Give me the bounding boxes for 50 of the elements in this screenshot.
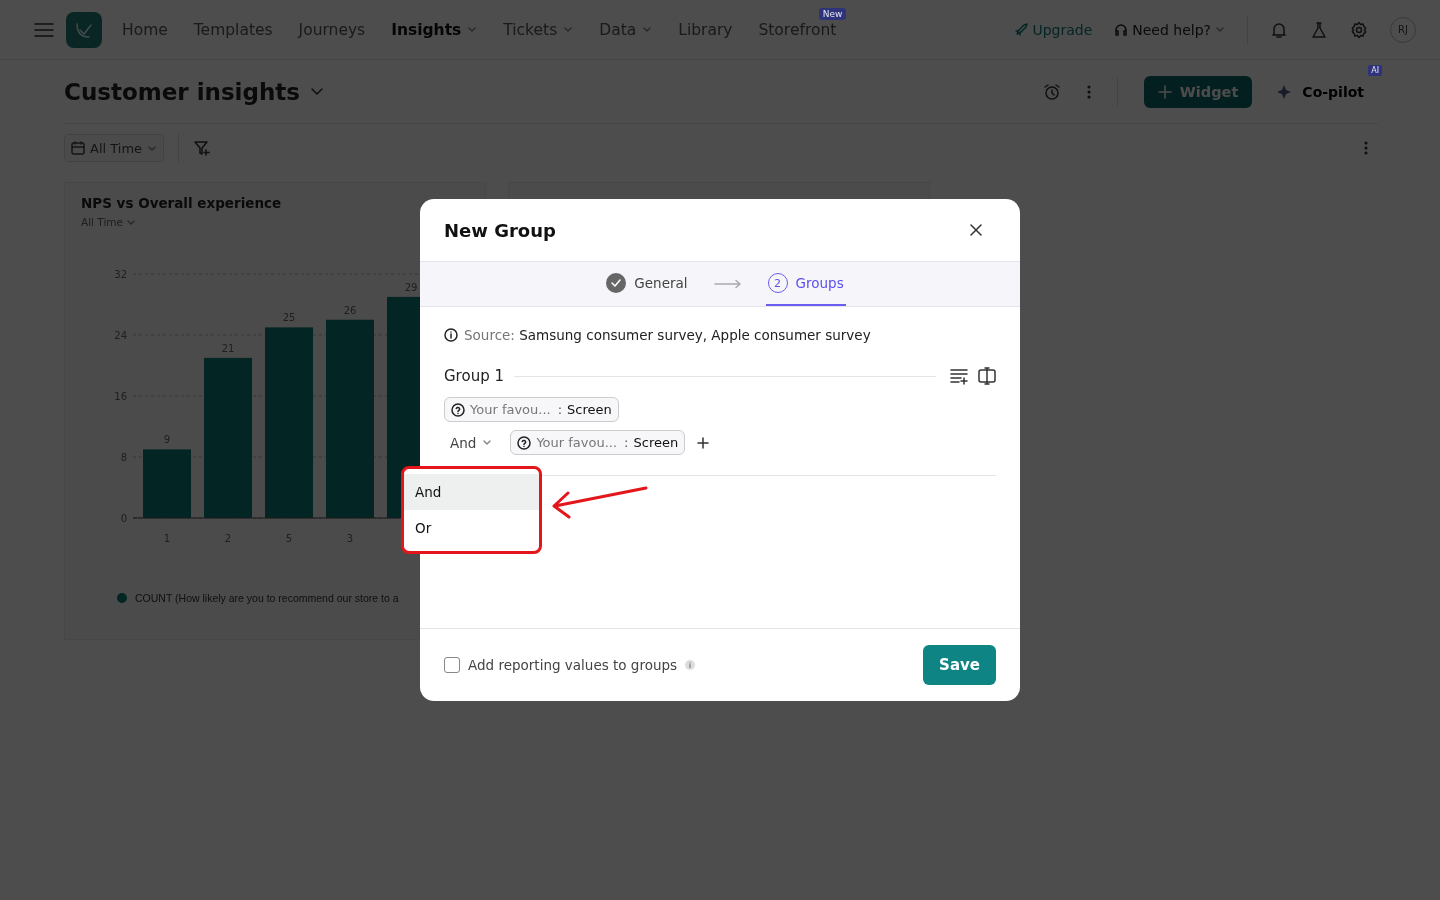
- split-icon[interactable]: [978, 367, 996, 385]
- plus-icon: [1157, 84, 1172, 99]
- caret-icon: [126, 217, 137, 227]
- close-icon[interactable]: [970, 224, 982, 236]
- arrow-icon: [713, 279, 742, 289]
- copilot-button[interactable]: Co-pilot: [1278, 82, 1378, 101]
- more-icon[interactable]: [1086, 83, 1091, 100]
- checkbox[interactable]: [444, 657, 460, 673]
- menu-icon[interactable]: [34, 21, 54, 38]
- nav-link[interactable]: Insights: [391, 20, 478, 39]
- page-title: Customer insights: [64, 78, 300, 105]
- logo-icon[interactable]: [66, 11, 102, 48]
- caret-icon: [1215, 25, 1225, 34]
- card-title: NPS vs Overall experience: [81, 195, 283, 211]
- dialog-title: New Group: [444, 219, 556, 241]
- group-title: Group 1: [444, 367, 504, 385]
- info-icon: [685, 660, 696, 670]
- question-icon: [451, 402, 465, 417]
- upgrade-link[interactable]: Upgrade: [1014, 21, 1093, 38]
- more-icon[interactable]: [1364, 140, 1368, 156]
- condition-chip[interactable]: Your favou... : Screen: [444, 397, 619, 422]
- settings-icon[interactable]: [1350, 20, 1368, 39]
- menu-item[interactable]: Or: [404, 510, 539, 546]
- alarm-clock-icon[interactable]: [1042, 82, 1061, 101]
- condition-chip[interactable]: Your favou... : Screen: [510, 430, 686, 455]
- step-tab[interactable]: 2 Groups: [765, 262, 846, 306]
- checkbox-label: Add reporting values to groups: [468, 657, 678, 673]
- source-text: Source: Samsung consumer survey, Apple consumer survey: [464, 327, 871, 343]
- step-tab[interactable]: General: [604, 262, 690, 306]
- ai-badge: AI: [1368, 64, 1382, 76]
- add-list-icon[interactable]: [950, 367, 968, 385]
- info-icon: [444, 328, 458, 342]
- caret-icon: [147, 143, 158, 153]
- flask-icon[interactable]: [1310, 20, 1328, 39]
- rocket-icon: [1014, 22, 1029, 37]
- widget-button[interactable]: Widget: [1143, 75, 1253, 108]
- bar: [143, 449, 191, 518]
- add-icon[interactable]: [697, 436, 710, 449]
- save-button[interactable]: Save: [923, 645, 996, 685]
- caret-icon[interactable]: [310, 86, 324, 97]
- question-icon: [517, 435, 532, 450]
- connector-dropdown[interactable]: And: [444, 430, 499, 455]
- help-menu[interactable]: Need help?: [1114, 21, 1225, 38]
- new-badge: New: [818, 7, 847, 20]
- filter-add-icon[interactable]: [193, 139, 212, 157]
- headset-icon: [1114, 22, 1129, 37]
- bell-icon[interactable]: [1270, 20, 1288, 39]
- caret-icon: [482, 438, 493, 447]
- menu-item[interactable]: And: [404, 474, 539, 510]
- calendar-icon: [71, 141, 85, 155]
